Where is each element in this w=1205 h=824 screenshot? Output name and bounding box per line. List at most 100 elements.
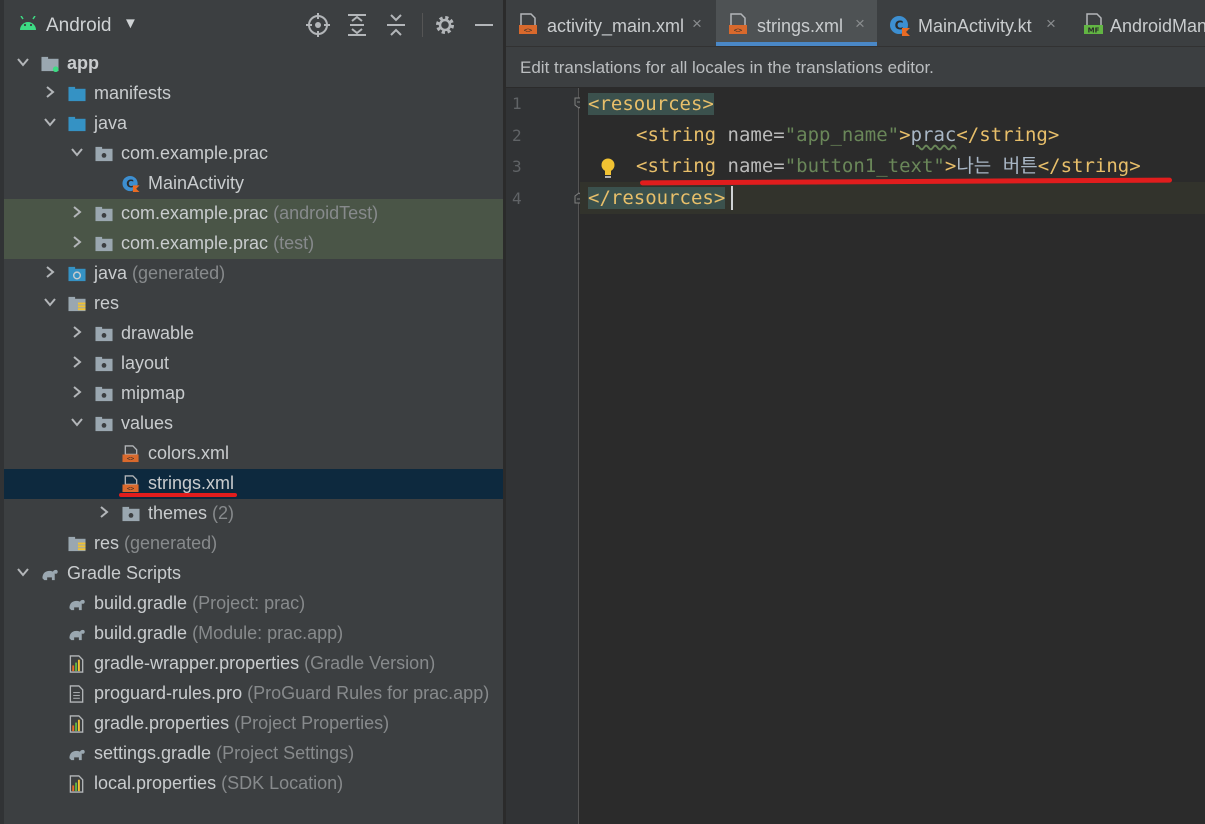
tree-item-name: manifests [94,83,172,103]
xml-file-icon: <> [729,13,747,35]
toolbar-separator [422,13,423,37]
tree-item[interactable]: res (generated) [4,529,503,559]
tree-item-name: values [121,413,174,433]
chevron-down-icon[interactable] [70,145,84,159]
resource-folder-icon [68,536,86,552]
active-tab-indicator [716,42,877,46]
chevron-down-icon[interactable] [16,565,30,579]
tree-item[interactable]: C MainActivity [4,169,503,199]
tree-item[interactable]: themes (2) [4,499,503,529]
svg-text:<>: <> [127,456,135,463]
chevron-right-icon[interactable] [70,235,84,249]
close-icon[interactable]: × [1046,14,1056,34]
tab-strings-xml[interactable]: <> strings.xml × [716,0,877,46]
tree-item[interactable]: gradle.properties (Project Properties) [4,709,503,739]
minimize-icon[interactable] [471,12,497,38]
tree-item[interactable]: proguard-rules.pro (ProGuard Rules for p… [4,679,503,709]
chevron-down-icon[interactable]: ▼ [123,15,138,32]
tab-activity-main[interactable]: <> activity_main.xml × [506,0,714,46]
xml-file-icon: <> [122,445,139,463]
package-folder-icon [95,356,113,372]
tree-item-hint: (generated) [124,533,218,553]
tree-item[interactable]: values [4,409,503,439]
lightbulb-icon[interactable] [600,158,616,180]
tree-item-label: values [121,413,173,434]
tab-label: MainActivity.kt [918,16,1032,36]
close-icon[interactable]: × [855,14,865,34]
xml-attribute: name= [716,155,785,177]
module-folder-icon [41,56,59,73]
chevron-down-icon[interactable] [43,115,57,129]
tree-item-label: app [67,53,99,74]
code-line-4: </resources> [588,182,726,214]
tab-android-manifest[interactable]: MF AndroidManifest.xml [1074,0,1205,46]
manifest-file-icon: MF [1084,13,1103,35]
tree-item-label: build.gradle (Module: prac.app) [94,623,343,644]
tree-item-label: mipmap [121,383,185,404]
expand-all-icon[interactable] [344,12,370,38]
tab-main-activity-kt[interactable]: C MainActivity.kt × [879,0,1072,46]
tree-item[interactable]: com.example.prac (test) [4,229,503,259]
chevron-right-icon[interactable] [70,205,84,219]
tree-item-name: drawable [121,323,195,343]
tree-item[interactable]: drawable [4,319,503,349]
tree-item[interactable]: com.example.prac (androidTest) [4,199,503,229]
tree-item[interactable]: local.properties (SDK Location) [4,769,503,799]
tree-item[interactable]: app [4,49,503,79]
chevron-down-icon[interactable] [16,55,30,69]
tree-item-label: res (generated) [94,533,217,554]
svg-text:<>: <> [524,27,532,35]
tree-item-name: gradle-wrapper.properties [94,653,300,673]
chevron-down-icon[interactable] [70,415,84,429]
properties-file-icon [69,775,84,793]
string-value: prac [910,124,957,146]
tree-item-label: local.properties (SDK Location) [94,773,343,794]
tree-item-name: gradle.properties [94,713,230,733]
gradle-elephant-icon [69,599,85,611]
tree-item-name: local.properties [94,773,217,793]
chevron-right-icon[interactable] [97,505,111,519]
tree-item[interactable]: java (generated) [4,259,503,289]
project-view-selector[interactable]: Android [46,15,112,37]
tree-item[interactable]: build.gradle (Project: prac) [4,589,503,619]
chevron-right-icon[interactable] [43,85,57,99]
chevron-right-icon[interactable] [70,385,84,399]
resource-folder-icon [68,296,86,312]
tree-item[interactable]: <> colors.xml [4,439,503,469]
collapse-all-icon[interactable] [383,12,409,38]
chevron-down-icon[interactable] [43,295,57,309]
chevron-right-icon[interactable] [70,355,84,369]
chevron-right-icon[interactable] [43,265,57,279]
tree-item-hint: (Module: prac.app) [192,623,344,643]
text-file-icon [69,685,84,703]
tree-item-hint: (test) [273,233,315,253]
tree-item[interactable]: build.gradle (Module: prac.app) [4,619,503,649]
tree-item[interactable]: layout [4,349,503,379]
tree-item[interactable]: manifests [4,79,503,109]
tree-item[interactable]: settings.gradle (Project Settings) [4,739,503,769]
tree-item-name: com.example.prac [121,233,269,253]
tree-item-hint: (SDK Location) [221,773,344,793]
chevron-right-icon[interactable] [70,325,84,339]
gear-icon[interactable] [432,12,458,38]
locate-file-icon[interactable] [305,12,331,38]
tree-item[interactable]: <> strings.xml [4,469,503,499]
xml-tag: > [899,124,911,146]
close-icon[interactable]: × [692,14,702,34]
tree-item-hint: (Project Settings) [216,743,355,763]
package-folder-icon [95,416,113,432]
tree-item[interactable]: Gradle Scripts [4,559,503,589]
tree-item-name: build.gradle [94,593,188,613]
tree-item[interactable]: mipmap [4,379,503,409]
tree-item[interactable]: com.example.prac [4,139,503,169]
tree-item-name: Gradle Scripts [67,563,182,583]
tab-label: AndroidManifest.xml [1110,16,1205,36]
tree-item[interactable]: res [4,289,503,319]
project-panel: Android ▼ app manifests java com.example… [0,0,503,824]
package-folder-icon [95,206,113,222]
tree-item-name: strings.xml [148,473,235,493]
tree-item-name: MainActivity [148,173,245,193]
tree-item[interactable]: gradle-wrapper.properties (Gradle Versio… [4,649,503,679]
tree-item-name: colors.xml [148,443,230,463]
tree-item[interactable]: java [4,109,503,139]
